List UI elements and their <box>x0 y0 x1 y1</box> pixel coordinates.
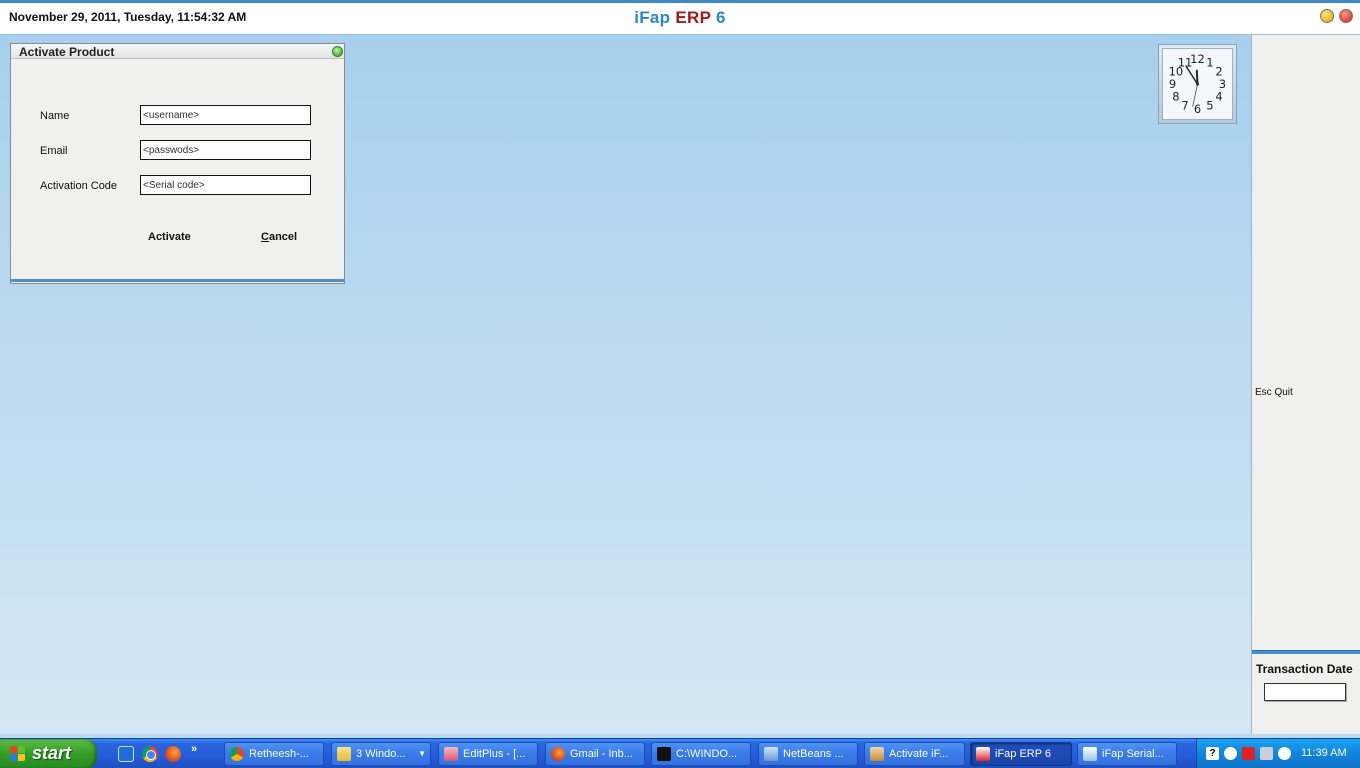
minimize-button[interactable] <box>1320 9 1334 23</box>
panel-divider <box>1252 650 1360 654</box>
taskbar-button[interactable]: Gmail - Inb... <box>545 742 645 766</box>
firefox-icon <box>551 747 565 761</box>
taskbar-button-label: C:\WINDO... <box>676 748 738 760</box>
email-input[interactable] <box>140 140 311 160</box>
start-label: start <box>32 743 72 763</box>
app-title-ifap: iFap <box>634 8 671 27</box>
group-dropdown-icon: ▼ <box>418 749 426 758</box>
cancel-button[interactable]: Cancel <box>261 231 297 243</box>
mail-icon[interactable] <box>1242 747 1255 760</box>
taskbar-button[interactable]: Activate iF... <box>864 742 965 766</box>
clock-numeral: 7 <box>1181 98 1188 112</box>
name-input[interactable] <box>140 105 311 125</box>
taskbar-button-label: iFap Serial... <box>1102 748 1164 760</box>
app-header-bar: November 29, 2011, Tuesday, 11:54:32 AM … <box>0 0 1360 35</box>
transaction-date-label: Transaction Date <box>1256 662 1353 676</box>
activation-code-input[interactable] <box>140 175 311 195</box>
status-indicator-icon <box>332 46 343 57</box>
activate-product-dialog: Activate Product Name Email Activation C… <box>10 43 345 284</box>
clock-face: 12 1234567891011 <box>1162 48 1233 120</box>
taskbar-button[interactable]: iFap Serial... <box>1077 742 1177 766</box>
close-button[interactable] <box>1339 9 1353 23</box>
taskbar-button-label: Activate iF... <box>889 748 949 760</box>
cancel-mnemonic: C <box>261 231 269 243</box>
dialog-title-bar[interactable]: Activate Product <box>11 44 344 59</box>
clock-numeral: 11 <box>1178 55 1193 69</box>
clock-numeral: 12 <box>1190 52 1205 66</box>
clock-numeral: 6 <box>1194 102 1201 116</box>
clock-numeral: 4 <box>1215 89 1222 103</box>
cancel-label-rest: ancel <box>268 231 298 243</box>
clock-numeral: 8 <box>1172 89 1179 103</box>
chrome-icon[interactable] <box>142 746 158 762</box>
app-title-version: 6 <box>716 8 726 27</box>
windows-logo-icon <box>10 746 26 762</box>
cmd-icon <box>657 747 671 761</box>
activate-button[interactable]: Activate <box>148 231 191 243</box>
esc-quit-hint[interactable]: Esc Quit <box>1255 387 1293 398</box>
taskbar-button[interactable]: NetBeans ... <box>758 742 858 766</box>
transaction-date-field[interactable] <box>1264 683 1346 701</box>
taskbar-button-label: Retheesh-... <box>249 748 309 760</box>
taskbar-button[interactable]: iFap ERP 6 <box>970 742 1072 766</box>
clock-numeral: 9 <box>1169 77 1176 91</box>
taskbar-button[interactable]: EditPlus - [... <box>438 742 538 766</box>
taskbar-button-label: NetBeans ... <box>783 748 844 760</box>
taskbar-button-label: 3 Windo... <box>356 748 406 760</box>
ifap-icon <box>976 747 990 761</box>
folder-icon <box>337 747 351 761</box>
dialog-title: Activate Product <box>19 45 115 59</box>
system-clock: 11:39 AM <box>1301 747 1347 759</box>
java-icon <box>870 747 884 761</box>
windows-taskbar: start » Retheesh-... 3 Windo... ▼ EditPlus … <box>0 738 1360 768</box>
analog-clock-widget: 12 1 2 3 4 5 6 7 8 9 10 11 <box>1158 44 1237 124</box>
taskbar-button-label: Gmail - Inb... <box>570 748 633 760</box>
messenger-icon[interactable] <box>1278 747 1291 760</box>
document-icon <box>1083 747 1097 761</box>
email-label: Email <box>40 145 68 157</box>
activation-code-label: Activation Code <box>40 180 118 192</box>
taskbar-button-label: iFap ERP 6 <box>995 748 1052 760</box>
taskbar-button[interactable]: C:\WINDO... <box>651 742 751 766</box>
editplus-icon <box>444 747 458 761</box>
clock-numeral: 1 <box>1206 55 1213 69</box>
netbeans-icon <box>764 747 778 761</box>
clock-center-pin <box>1195 82 1200 86</box>
start-button[interactable]: start <box>0 739 97 768</box>
help-icon[interactable]: ? <box>1206 747 1219 760</box>
app-title-erp: ERP <box>675 8 711 27</box>
network-icon[interactable] <box>1260 747 1273 760</box>
taskbar-button-label: EditPlus - [... <box>463 748 526 760</box>
back-arrow-icon[interactable] <box>1224 747 1237 760</box>
firefox-icon[interactable] <box>165 746 181 762</box>
taskbar-button[interactable]: Retheesh-... <box>224 742 324 766</box>
dialog-bottom-divider <box>10 279 345 282</box>
right-side-panel: Esc Quit Transaction Date <box>1251 35 1360 734</box>
app-title: iFap ERP 6 <box>0 8 1360 28</box>
system-tray: ? 11:39 AM <box>1196 739 1360 768</box>
taskbar-button[interactable]: 3 Windo... ▼ <box>331 742 431 766</box>
chrome-icon <box>230 747 244 761</box>
internet-explorer-icon[interactable] <box>118 746 134 762</box>
quick-launch-more-button[interactable]: » <box>191 743 197 755</box>
clock-numeral: 5 <box>1206 98 1213 112</box>
name-label: Name <box>40 110 70 122</box>
